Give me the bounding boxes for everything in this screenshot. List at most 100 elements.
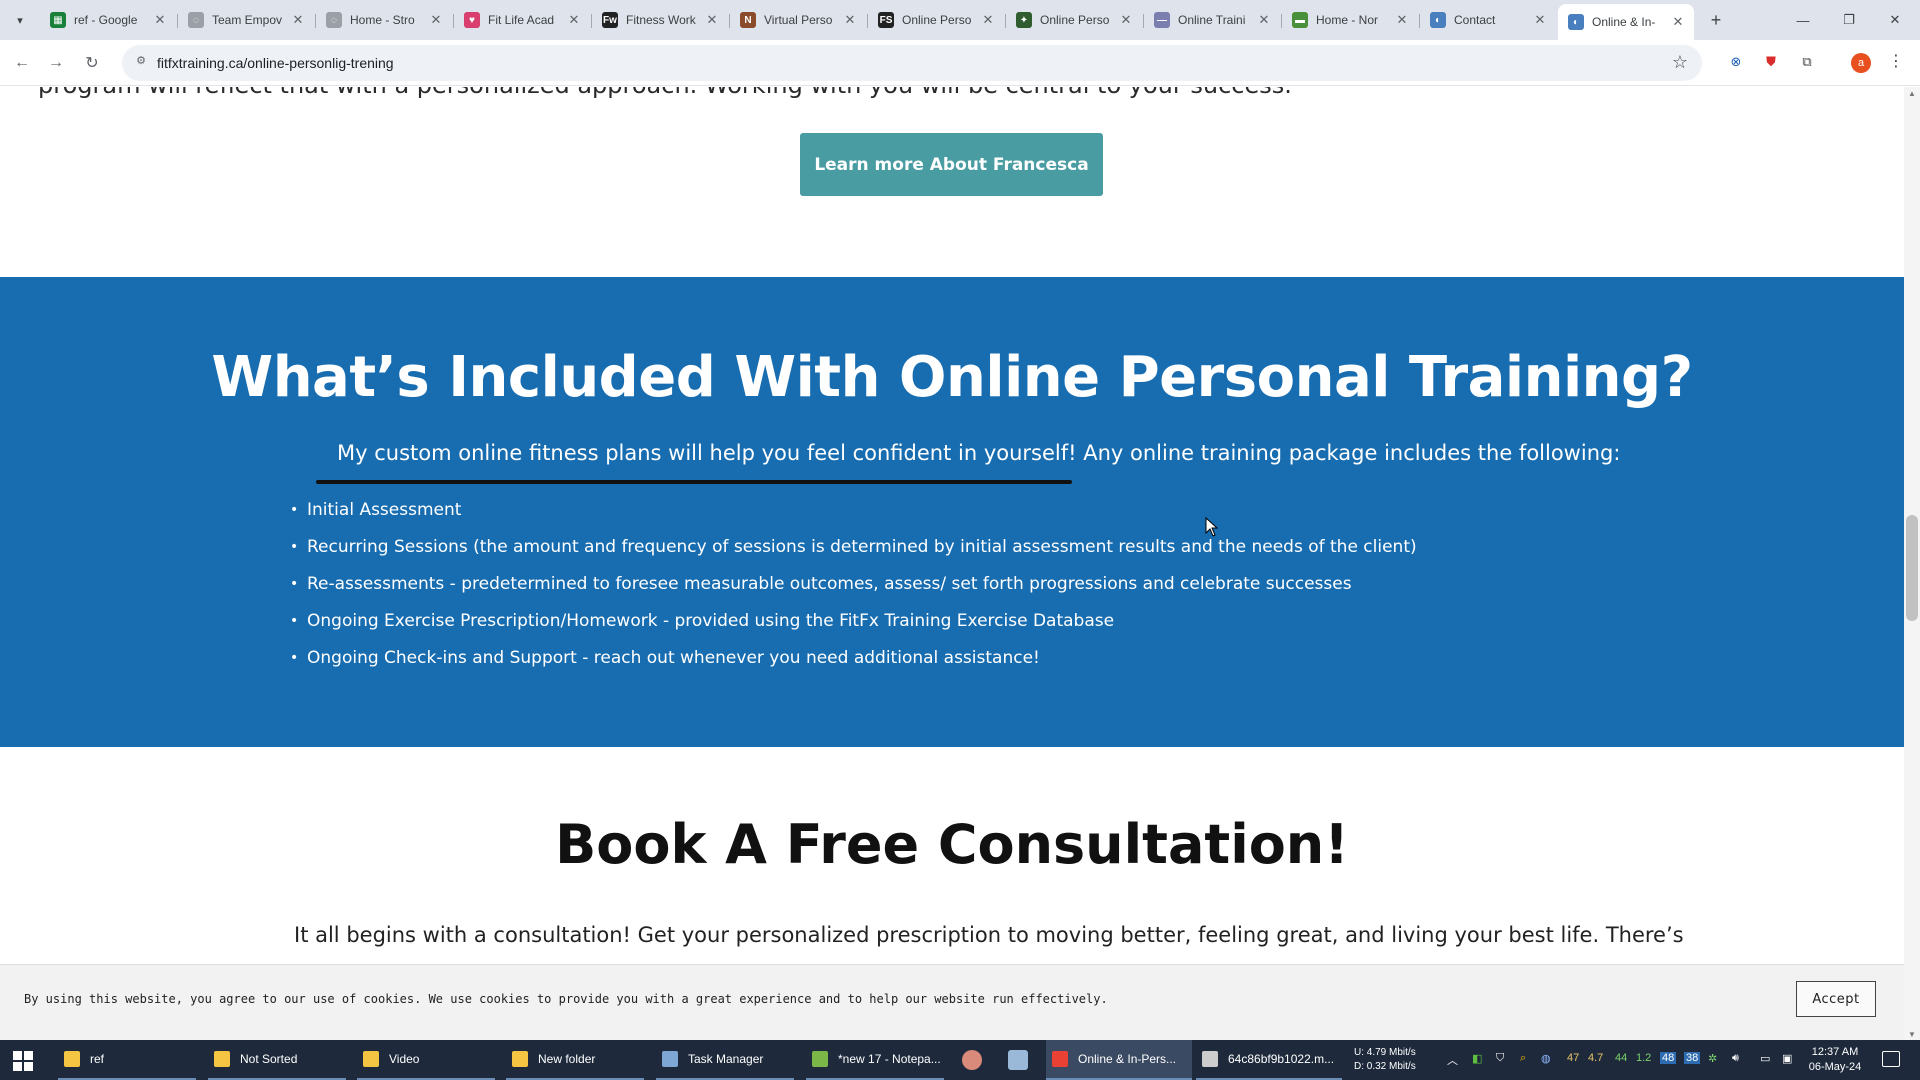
tab[interactable]: ✦ Online Perso ✕ [1006, 6, 1142, 34]
taskbar-item[interactable]: Online & In-Pers... [1046, 1040, 1192, 1080]
pinned-document-icon[interactable] [1008, 1050, 1028, 1070]
tab-close-icon[interactable]: ✕ [290, 12, 306, 28]
tray-app-icon[interactable]: ✲ [1708, 1052, 1717, 1065]
tab-close-icon[interactable]: ✕ [1256, 12, 1272, 28]
address-bar[interactable]: ⚙ fitfxtraining.ca/online-personlig-tren… [122, 45, 1702, 81]
tab-close-icon[interactable]: ✕ [1118, 12, 1134, 28]
google-sheets-icon: ▦ [50, 12, 66, 28]
tab-close-icon[interactable]: ✕ [566, 12, 582, 28]
close-window-button[interactable]: ✕ [1872, 0, 1918, 40]
tab[interactable]: ▦ ref - Google ✕ [40, 6, 176, 34]
tab[interactable]: ◐ Contact ✕ [1420, 6, 1556, 34]
mouse-cursor-icon [1205, 517, 1219, 537]
tray-stat-number: 4.7 [1588, 1052, 1604, 1064]
globe-icon: ◐ [1430, 12, 1446, 28]
taskbar-item[interactable]: Video [357, 1040, 495, 1080]
clock-time: 12:37 AM [1811, 1046, 1859, 1058]
kebab-menu-icon[interactable]: ⋮ [1888, 51, 1904, 71]
tab-close-icon[interactable]: ✕ [1394, 12, 1410, 28]
taskbar-item[interactable]: Not Sorted [208, 1040, 346, 1080]
taskbar-item[interactable]: Task Manager [656, 1040, 794, 1080]
taskbar-item-label: Not Sorted [240, 1052, 298, 1066]
tab-title: Contact [1454, 13, 1496, 27]
learn-more-button[interactable]: Learn more About Francesca [800, 133, 1103, 196]
tab[interactable]: — Online Traini ✕ [1144, 6, 1280, 34]
taskbar-item[interactable]: 64c86bf9b1022.m... [1196, 1040, 1342, 1080]
windows-start-icon[interactable] [12, 1050, 34, 1072]
tray-expand-chevron-icon[interactable]: ︿ [1447, 1052, 1458, 1068]
taskbar-item[interactable]: ref [58, 1040, 196, 1080]
scrollbar-thumb[interactable] [1906, 515, 1918, 621]
page-viewport: program will reflect that with a persona… [0, 87, 1904, 1041]
tab-title: Online & In- [1592, 15, 1656, 29]
minimize-button[interactable]: — [1780, 0, 1826, 40]
battery-icon[interactable]: ▭ [1760, 1052, 1770, 1065]
tray-badge[interactable]: 48 [1660, 1052, 1677, 1064]
forward-button[interactable]: → [42, 49, 70, 77]
extension-shield-icon[interactable]: ⛊ [1760, 51, 1782, 73]
minimize-icon: — [1796, 12, 1810, 28]
system-clock[interactable]: 12:37 AM 06-May-24 [1800, 1045, 1870, 1075]
tray-stat-number: 47 [1567, 1052, 1580, 1064]
tab[interactable]: Fw Fitness Work ✕ [592, 6, 728, 34]
scroll-up-arrow-icon[interactable]: ▲ [1908, 89, 1916, 98]
extension-vpn-icon[interactable]: ⊗ [1725, 51, 1747, 73]
pinned-app-icon[interactable] [962, 1050, 982, 1070]
cookie-accept-button[interactable]: Accept [1796, 981, 1876, 1017]
tray-stat-number: 1.2 [1636, 1052, 1652, 1064]
task-manager-icon [662, 1051, 678, 1067]
browser-toolbar: ← → ↻ ⚙ fitfxtraining.ca/online-personli… [0, 40, 1920, 86]
taskbar-item[interactable]: New folder [506, 1040, 644, 1080]
restore-icon: ❐ [1843, 12, 1855, 27]
tray-search-icon[interactable]: ⌕ [1520, 1052, 1526, 1065]
bookmark-star-icon[interactable]: ☆ [1672, 52, 1688, 73]
included-lead: My custom online fitness plans will help… [337, 441, 1621, 465]
network-icon[interactable]: ▣ [1782, 1052, 1792, 1065]
tab[interactable]: FS Online Perso ✕ [868, 6, 1004, 34]
tray-stat-number: 44 [1615, 1052, 1628, 1064]
restore-button[interactable]: ❐ [1826, 0, 1872, 40]
tab[interactable]: ◌ Team Empov ✕ [178, 6, 314, 34]
url-text[interactable]: fitfxtraining.ca/online-personlig-trenin… [157, 55, 394, 71]
tab-active[interactable]: ◐ Online & In- ✕ [1558, 4, 1694, 40]
tray-globe-icon[interactable]: ◍ [1541, 1052, 1551, 1065]
site-info-icon[interactable]: ⚙ [132, 54, 150, 72]
reload-button[interactable]: ↻ [78, 49, 106, 77]
tab[interactable]: ▬ Home - Nor ✕ [1282, 6, 1418, 34]
tray-app-icon[interactable]: ◧ [1472, 1052, 1482, 1065]
taskbar-item-label: Online & In-Pers... [1078, 1052, 1177, 1066]
taskbar-item-label: Task Manager [688, 1052, 764, 1066]
tab-close-icon[interactable]: ✕ [842, 12, 858, 28]
tab-close-icon[interactable]: ✕ [1670, 14, 1686, 30]
tab[interactable]: ◌ Home - Stro ✕ [316, 6, 452, 34]
tab-title: Online Perso [1040, 13, 1110, 27]
tab-close-icon[interactable]: ✕ [428, 12, 444, 28]
tab-close-icon[interactable]: ✕ [980, 12, 996, 28]
scroll-down-arrow-icon[interactable]: ▼ [1908, 1030, 1916, 1039]
volume-icon[interactable]: 🔊︎ [1732, 1052, 1739, 1065]
tab[interactable]: ♥ Fit Life Acad ✕ [454, 6, 590, 34]
new-tab-button[interactable]: + [1704, 8, 1728, 32]
profile-avatar[interactable]: a [1851, 53, 1871, 73]
included-item: Ongoing Check-ins and Support - reach ou… [290, 645, 1417, 682]
extensions-puzzle-icon[interactable]: ⧉ [1796, 51, 1818, 73]
tab[interactable]: N Virtual Perso ✕ [730, 6, 866, 34]
tray-shield-icon[interactable]: ⛉ [1496, 1052, 1504, 1065]
back-button[interactable]: ← [8, 49, 36, 77]
tab-close-icon[interactable]: ✕ [152, 12, 168, 28]
page-scrollbar[interactable]: ▲ ▼ [1904, 87, 1920, 1041]
globe-icon: ◐ [1568, 14, 1584, 30]
notepad-plus-icon [812, 1051, 828, 1067]
included-item: Initial Assessment [290, 497, 1417, 534]
loading-spinner-icon: ◌ [188, 12, 204, 28]
tray-badge[interactable]: 38 [1684, 1052, 1701, 1064]
network-speed-meter: U: 4.79 Mbit/s D: 0.32 Mbit/s [1354, 1046, 1416, 1074]
notification-center-icon[interactable] [1882, 1051, 1900, 1067]
folder-icon [512, 1051, 528, 1067]
taskbar-item[interactable]: *new 17 - Notepa... [806, 1040, 944, 1080]
tab-close-icon[interactable]: ✕ [1532, 12, 1548, 28]
plus-icon: + [1710, 9, 1722, 30]
tab-search-button[interactable]: ▾ [8, 8, 32, 32]
lead-underline-decoration [316, 480, 1072, 484]
tab-close-icon[interactable]: ✕ [704, 12, 720, 28]
